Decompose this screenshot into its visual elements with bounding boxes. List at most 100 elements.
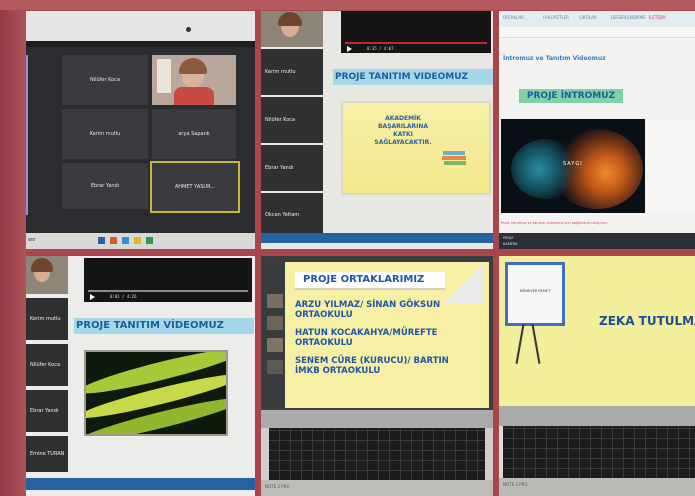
participant-tile: Emine TURAN (26, 436, 68, 472)
taskbar: wo (26, 233, 255, 249)
app-icon (110, 237, 117, 244)
slide-frame: AKADEMİK BAŞARILARINA KATKI SAĞLAYACAKTI… (341, 101, 491, 195)
partner-item: SENEM CÜRE (KURUCU)/ BARTIN İMKB ORTAOKU… (295, 356, 449, 376)
window-titlebar (26, 41, 255, 47)
participant-name: Ebrar Yandı (30, 408, 59, 414)
participant-name: Kerim mutlu (265, 69, 296, 75)
participant-tile: Kerim mutlu (261, 49, 323, 95)
webcam-icon (186, 27, 191, 32)
nav-tab: ORTAKLAR (503, 15, 524, 20)
section-title: İntromuz ve Tanıtım Videomuz (503, 55, 606, 62)
partner-line: ORTAOKULU (295, 338, 353, 348)
status-strip (26, 478, 255, 490)
app-icon (122, 237, 129, 244)
slide-headline: PROJE TANITIM VIDEOMUZ (333, 69, 493, 85)
participant-tile: Kerim mutlu (62, 109, 148, 159)
participant-tile: Nilüfer Koca (62, 55, 148, 105)
book-icon (444, 161, 466, 165)
nav-tab: ÇIKTILAR (579, 15, 597, 20)
slide-line: SAĞLAYACAKTIR. (374, 139, 432, 146)
participant-tile-active: AHMET YASUR... (150, 161, 240, 213)
participant-thumb (267, 338, 283, 352)
intro-headline: PROJE İNTROMUZ (519, 89, 623, 103)
photo-laptop-partners: PROJE ORTAKLARIMIZ ARZU YILMAZ/ SİNAN GÖ… (261, 256, 493, 496)
participant-name: Emine TURAN (30, 451, 65, 457)
progress-bar (88, 290, 248, 292)
laptop-base: NOTE 3 PRO (499, 478, 695, 496)
status-strip: PROJE KAMERA (499, 233, 695, 249)
status-text: PROJE (503, 236, 514, 240)
participant-tile: Ebrar Yandı (26, 390, 68, 432)
app-icon (134, 237, 141, 244)
participant-tile: Okcan Yeltam (261, 193, 323, 237)
video-time: 0:01 / 4:26 (110, 294, 137, 299)
photo-laptop-zeka: MÜNEVER KEMET ZEKA TUTULMA NOTE 3 PRO (499, 256, 695, 496)
partner-item: HATUN KOCAKAHYA/MÜREFTE ORTAOKULU (295, 328, 437, 348)
partner-line: SENEM CÜRE (KURUCU)/ BARTIN (295, 356, 449, 366)
partner-line: ARZU YILMAZ/ SİNAN GÖKSUN (295, 300, 441, 310)
app-icon (146, 237, 153, 244)
slide-headline: PROJE TANITIM VİDEOMUZ (74, 318, 254, 334)
participant-name: Okcan Yeltam (265, 212, 300, 218)
participant-name: AHMET YASUR... (174, 184, 216, 190)
participant-tile: Ebrar Yandı (62, 163, 148, 209)
participant-tile: Kerim mutlu (26, 298, 68, 340)
status-strip (261, 233, 493, 243)
photo-project-website: ORTAKLAR FAALİYETLER ÇIKTILAR DEĞERLENDİ… (499, 11, 695, 249)
video-player: 0:01 / 4:26 (84, 258, 252, 302)
intro-word: SAYGI (563, 161, 583, 167)
slide-title: PROJE ORTAKLARIMIZ (303, 274, 425, 285)
participant-tile: Ebrar Yandı (261, 145, 323, 191)
play-icon (90, 294, 95, 300)
left-border (0, 0, 26, 496)
keyboard (503, 426, 695, 478)
hair-shape (31, 258, 53, 272)
slide-line: KATKI (393, 131, 413, 138)
progress-bar (345, 42, 487, 44)
participant-thumb (267, 294, 283, 308)
nav-underline (499, 27, 695, 38)
participant-thumb (267, 316, 283, 330)
participant-thumb (267, 360, 283, 374)
easel-board: MÜNEVER KEMET (505, 262, 565, 326)
shirt-shape (174, 87, 214, 105)
video-time: 0:35 / 4:07 (367, 46, 394, 51)
participant-name: Nilüfer Koca (89, 77, 121, 83)
participant-name: Kerim mutlu (30, 316, 61, 322)
participant-name: Nilüfer Koca (265, 117, 296, 123)
nav-tab: İLETİŞİM (649, 15, 666, 20)
self-video (261, 11, 323, 47)
partner-line: İMKB ORTAOKULU (295, 366, 381, 376)
laptop-screen: PROJE ORTAKLARIMIZ ARZU YILMAZ/ SİNAN GÖ… (265, 262, 489, 408)
intro-video: SAYGI (501, 119, 645, 213)
corner-glare (443, 264, 483, 304)
nav-tab: FAALİYETLER (543, 15, 569, 20)
site-nav: ORTAKLAR FAALİYETLER ÇIKTILAR DEĞERLENDİ… (499, 11, 695, 27)
taskbar-label: wo (28, 237, 36, 243)
board-label: MÜNEVER KEMET (519, 289, 551, 293)
slide-video (84, 350, 228, 436)
watermark: NOTE 3 PRO (503, 482, 528, 487)
water-swirl (511, 139, 581, 199)
participant-strip (265, 262, 285, 408)
photo-video-meeting: Nilüfer Koca Kerim mutlu arya Sapank Ebr… (26, 11, 255, 249)
participant-name: Nilüfer Koca (30, 362, 61, 368)
participant-tile: arya Sapank (152, 109, 236, 159)
laptop-hinge (499, 406, 695, 426)
participant-name: Ebrar Yandı (90, 183, 120, 189)
participant-video-tile (152, 55, 236, 105)
photo-presentation-video: Kerim mutlu Nilüfer Koca Ebrar Yandı Emi… (26, 256, 255, 496)
book-icon (443, 151, 465, 155)
participant-name: arya Sapank (178, 131, 210, 137)
top-border (0, 0, 695, 10)
hair-shape (179, 58, 207, 74)
participant-tile: Nilüfer Koca (26, 344, 68, 386)
nav-tab: DEĞERLENDİRME (611, 15, 646, 20)
slide-line: BAŞARILARINA (377, 123, 429, 130)
book-icon (442, 156, 466, 160)
partner-item: ARZU YILMAZ/ SİNAN GÖKSUN ORTAOKULU (295, 300, 440, 320)
wall-detail (157, 59, 171, 93)
laptop-hinge (261, 410, 493, 428)
partner-line: ORTAOKULU (295, 310, 353, 320)
play-icon (347, 46, 352, 52)
